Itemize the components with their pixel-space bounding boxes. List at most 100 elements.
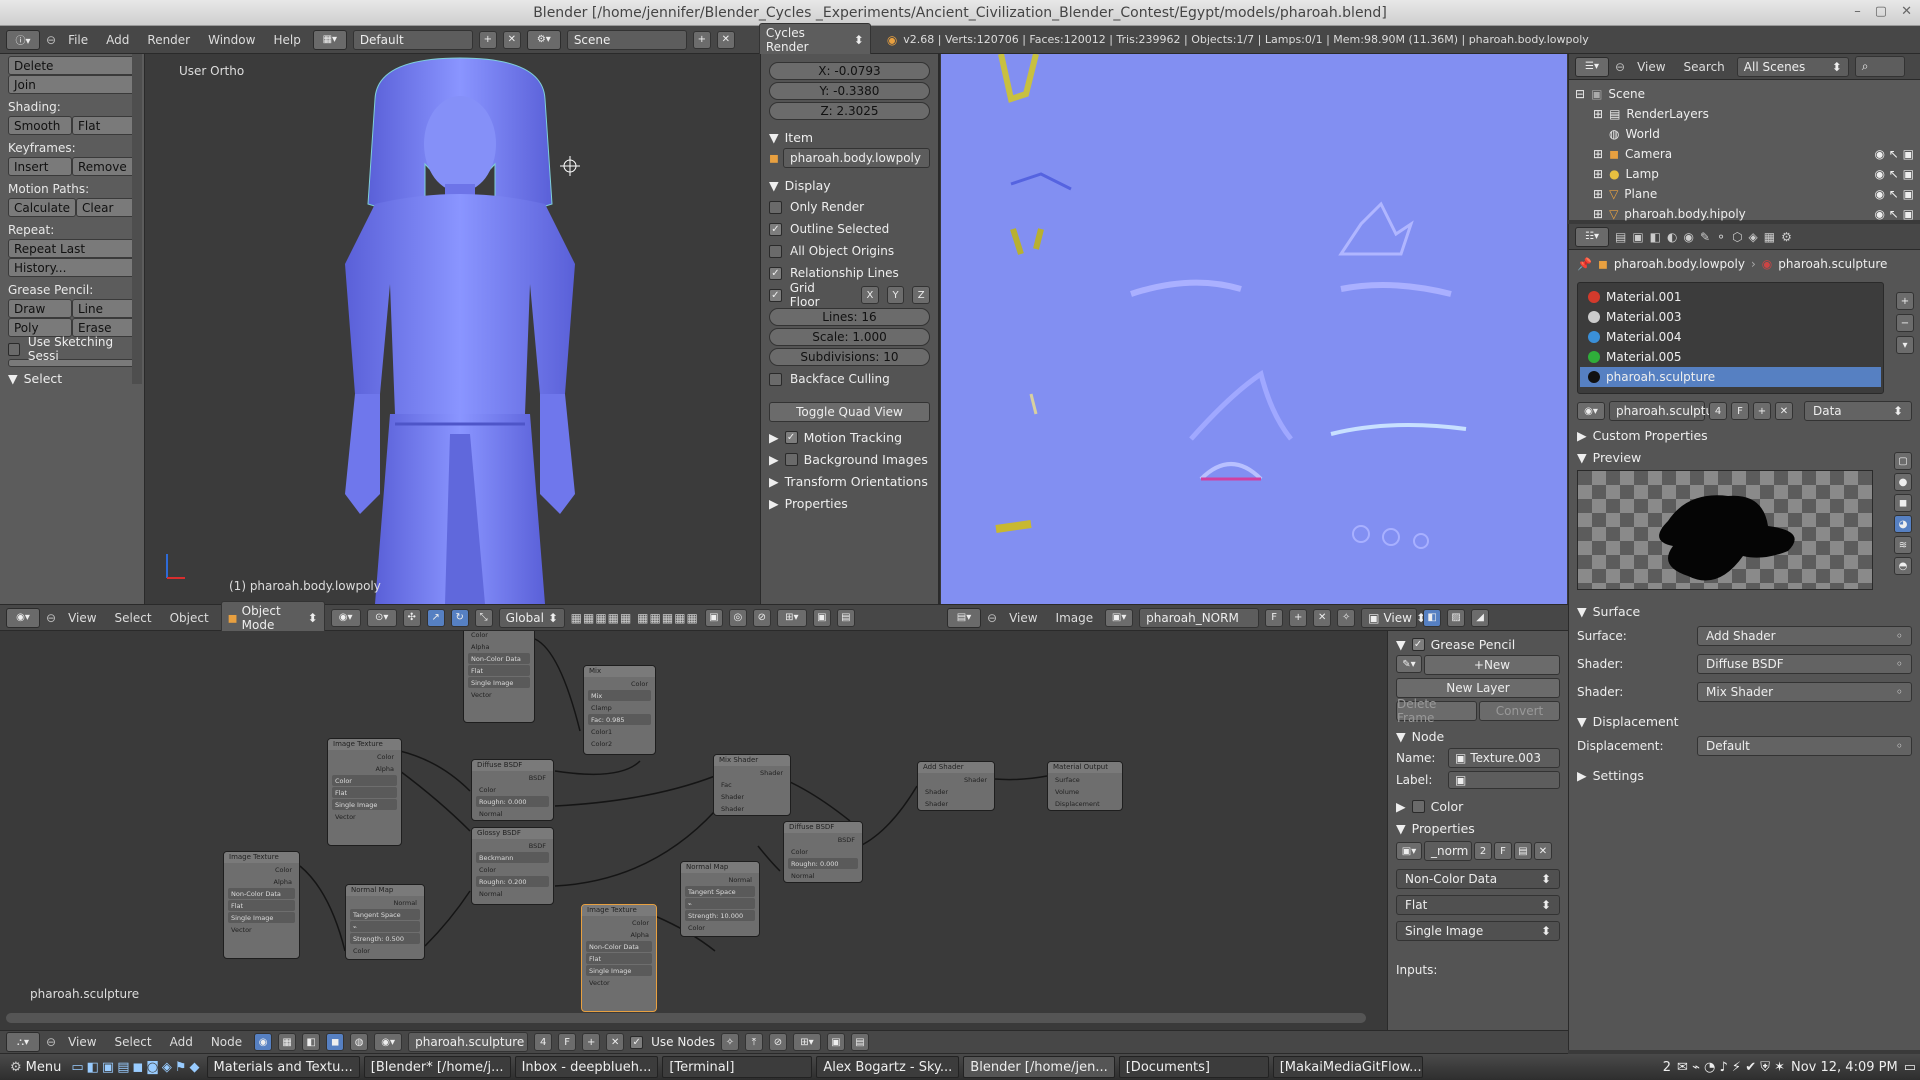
node-label-field[interactable]: ▣ <box>1448 771 1560 789</box>
smooth-button[interactable]: Smooth <box>8 116 72 135</box>
task-inbox[interactable]: Inbox - deepblueh... <box>514 1056 659 1078</box>
node-material-fake-toggle[interactable]: F <box>558 1033 577 1051</box>
diffuse-bsdf-node[interactable]: Diffuse BSDF BSDF Color Roughn: 0.000 No… <box>471 759 554 821</box>
snap-element-icon[interactable]: ⊞▾ <box>776 608 807 627</box>
link-mode-select[interactable]: Data ⬍ <box>1804 401 1912 421</box>
join-button[interactable]: Join <box>8 75 136 94</box>
preview-panel[interactable]: ▼ Preview <box>1569 446 1920 468</box>
grease-pencil-new-button[interactable]: + New <box>1424 655 1560 675</box>
diffuse-bsdf-node[interactable]: Diffuse BSDF BSDF Color Roughn: 0.000 No… <box>783 821 863 883</box>
task-terminal[interactable]: [Terminal] <box>662 1056 813 1078</box>
remove-material-slot-icon[interactable]: − <box>1896 314 1914 332</box>
custom-properties-panel[interactable]: ▶ Custom Properties <box>1569 424 1920 446</box>
node-menu-select[interactable]: Select <box>109 1033 158 1051</box>
flat-button[interactable]: Flat <box>72 116 136 135</box>
task-documents[interactable]: [Documents] <box>1118 1056 1269 1078</box>
clear-button[interactable]: Clear <box>76 198 136 217</box>
node-properties-panel[interactable]: ▼ Properties <box>1396 817 1560 839</box>
material-slot[interactable]: Material.004 <box>1580 327 1881 347</box>
scene-icon[interactable]: ⚙▾ <box>526 29 561 50</box>
remove-scene-icon[interactable]: ✕ <box>716 30 735 49</box>
clock[interactable]: Nov 12, 4:09 PM <box>1791 1060 1898 1075</box>
node-material-name-field[interactable]: pharoah.sculpture <box>408 1032 529 1052</box>
menu-render[interactable]: Render <box>141 31 196 49</box>
image-browse-icon[interactable]: ▣▾ <box>1396 842 1422 860</box>
line-button[interactable]: Line <box>72 299 136 318</box>
grid-axis-z-toggle[interactable]: Z <box>912 286 930 304</box>
insert-keyframe-button[interactable]: Insert <box>8 157 72 176</box>
unlink-material-icon[interactable]: ✕ <box>1775 402 1793 420</box>
object-name-field[interactable]: pharoah.body.lowpoly <box>782 148 930 168</box>
render-animation-icon[interactable]: ▤ <box>836 608 855 627</box>
display-panel-header[interactable]: ▼ Display <box>769 174 930 196</box>
outliner-menu-search[interactable]: Search <box>1678 58 1731 76</box>
grid-subdivisions-field[interactable]: Subdivisions: 10 <box>769 348 930 366</box>
outliner-item-lamp[interactable]: ⊞ ● Lamp ◉ ↖ ▣ <box>1575 164 1914 184</box>
preview-sphere-icon[interactable]: ● <box>1894 473 1912 491</box>
preview-monkey-icon[interactable]: ◕ <box>1894 515 1912 533</box>
node-name-field[interactable]: ▣ Texture.003 <box>1448 748 1560 768</box>
add-material-slot-icon[interactable]: + <box>1896 292 1914 310</box>
image-users-count[interactable]: 2 <box>1474 842 1492 860</box>
properties-editor-type-icon[interactable]: ☷▾ <box>1575 226 1609 247</box>
preview-hair-icon[interactable]: ≋ <box>1894 536 1912 554</box>
visibility-eye-icon[interactable]: ◉ ↖ ▣ <box>1875 167 1915 181</box>
outliner-collapse-icon[interactable]: ⊖ <box>1615 60 1625 74</box>
outliner-menu-view[interactable]: View <box>1631 58 1671 76</box>
image-texture-node[interactable]: Image Texture Color Alpha Color Flat Sin… <box>327 738 402 846</box>
repeat-last-button[interactable]: Repeat Last <box>8 239 136 258</box>
backface-culling-checkbox[interactable]: Backface Culling <box>769 368 930 390</box>
image-view-mode-select[interactable]: ▣ View ⬍ <box>1361 607 1426 628</box>
node-editor[interactable]: Color Alpha Non-Color Data Flat Single I… <box>0 631 1387 1030</box>
material-slot[interactable]: Material.001 <box>1580 287 1881 307</box>
object-mode-select[interactable]: ◼ Object Mode ⬍ <box>220 600 325 635</box>
view3d-menu-object[interactable]: Object <box>164 609 215 627</box>
image-fake-user-toggle[interactable]: F <box>1494 842 1512 860</box>
image-menu-image[interactable]: Image <box>1050 609 1100 627</box>
displacement-select[interactable]: Default ◦ <box>1697 736 1912 756</box>
world-shader-icon[interactable]: ◍ <box>350 1033 369 1051</box>
image-fake-user-toggle[interactable]: F <box>1265 608 1284 627</box>
projection-select[interactable]: Flat ⬍ <box>1396 895 1560 915</box>
calculate-button[interactable]: Calculate <box>8 198 77 217</box>
material-slot-list[interactable]: Material.001 Material.003 Material.004 M… <box>1577 282 1884 394</box>
transform-orientation-select[interactable]: Global ⬍ <box>498 607 565 628</box>
background-images-panel[interactable]: ▶ Background Images <box>769 448 930 470</box>
pivot-point-icon[interactable]: ⊙▾ <box>366 608 397 627</box>
history-button[interactable]: History... <box>8 258 136 277</box>
image-menu-view[interactable]: View <box>1003 609 1043 627</box>
maximize-icon[interactable]: ▢ <box>1875 4 1887 19</box>
material-specials-icon[interactable]: ▾ <box>1896 336 1914 354</box>
visibility-eye-icon[interactable]: ◉ ↖ ▣ <box>1875 187 1915 201</box>
close-icon[interactable]: ✕ <box>1901 4 1912 19</box>
add-layout-icon[interactable]: + <box>478 30 497 49</box>
image-editor-type-icon[interactable]: ▤▾ <box>947 607 981 628</box>
image-collapse-icon[interactable]: ⊖ <box>987 611 997 625</box>
surface-shader-select[interactable]: Add Shader ◦ <box>1697 626 1912 646</box>
task-blender-active[interactable]: Blender [/home/jen... <box>963 1056 1115 1078</box>
image-datablock-name[interactable]: _norm <box>1424 841 1472 861</box>
screen-layout-field[interactable]: Default <box>352 29 473 50</box>
node-snap-icon[interactable]: ⊘ <box>768 1033 787 1051</box>
grease-pencil-panel[interactable]: ▼ ✓ Grease Pencil <box>1396 633 1560 655</box>
show-desktop-icon[interactable]: ▭ <box>1904 1060 1916 1075</box>
open-image-icon[interactable]: ▤ <box>1514 842 1532 860</box>
menu-file[interactable]: File <box>62 31 94 49</box>
visibility-eye-icon[interactable]: ◉ ↖ ▣ <box>1875 147 1915 161</box>
grid-axis-x-toggle[interactable]: X <box>861 286 879 304</box>
snap-icon[interactable]: ⊘ <box>752 608 771 627</box>
render-opengl-icon[interactable]: ▣ <box>812 608 831 627</box>
alpha-icon[interactable]: ▨ <box>1447 608 1466 627</box>
shader-nodes-icon[interactable]: ◉ <box>254 1033 273 1051</box>
transform-orientations-panel[interactable]: ▶ Transform Orientations <box>769 470 930 492</box>
image-browse-icon[interactable]: ▣▾ <box>1105 608 1134 627</box>
node-material-users[interactable]: 4 <box>534 1033 553 1051</box>
layer-lock-icon[interactable]: ▣ <box>704 608 723 627</box>
node-collapse-icon[interactable]: ⊖ <box>46 1035 56 1049</box>
scene-field[interactable]: Scene <box>566 29 687 50</box>
task-blender-unsaved[interactable]: [Blender* [/home/j... <box>363 1056 511 1078</box>
use-sketching-checkbox[interactable]: Use Sketching Sessi <box>8 335 136 363</box>
proportional-edit-icon[interactable]: ◎ <box>728 608 747 627</box>
node-paste-icon[interactable]: ▤ <box>850 1033 869 1051</box>
new-material-icon[interactable]: + <box>1753 402 1771 420</box>
